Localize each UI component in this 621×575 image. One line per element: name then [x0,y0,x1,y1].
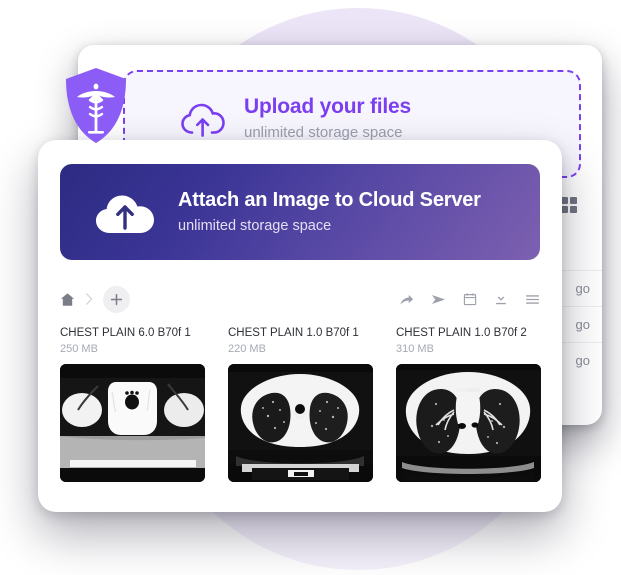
row-timestamp: go [575,317,590,332]
grid-cell [561,206,568,213]
row-timestamp: go [575,281,590,296]
banner-subtitle: unlimited storage space [178,217,332,234]
file-name: CHEST PLAIN 1.0 B70f 2 [396,327,527,339]
chevron-right-icon [84,292,94,306]
upload-banner[interactable]: Attach an Image to Cloud Server unlimite… [60,164,540,260]
calendar-icon[interactable] [463,292,477,306]
attach-image-modal: Attach an Image to Cloud Server unlimite… [38,140,562,512]
add-file-button[interactable] [103,285,130,313]
menu-icon[interactable] [525,292,540,307]
file-thumbnail[interactable] [228,364,373,482]
file-thumbnail[interactable] [60,364,205,482]
grid-view-icon[interactable] [561,197,577,213]
file-thumbnail[interactable] [396,364,541,482]
file-card[interactable]: CHEST PLAIN 1.0 B70f 1 220 MB [228,326,373,482]
dropzone-text: Upload your files unlimited storage spac… [244,94,411,144]
toolbar-actions [399,292,540,307]
ct-lung-mid-scan [396,364,541,482]
file-grid: CHEST PLAIN 6.0 B70f 1 250 MB CHEST PLAI… [60,326,541,482]
ct-lung-upper-scan [228,364,373,482]
dropzone-content: Upload your files unlimited storage spac… [180,94,411,144]
banner-text: Attach an Image to Cloud Server unlimite… [178,188,481,237]
file-card[interactable]: CHEST PLAIN 6.0 B70f 1 250 MB [60,326,205,482]
banner-title: Attach an Image to Cloud Server [178,188,481,211]
file-name: CHEST PLAIN 6.0 B70f 1 [60,327,191,339]
dropzone-title: Upload your files [244,95,411,118]
cloud-upload-outline-icon [180,99,226,139]
share-icon[interactable] [399,292,414,307]
file-toolbar [60,282,540,316]
plus-icon [110,293,123,305]
row-timestamp: go [575,353,590,368]
file-size: 250 MB [60,343,98,355]
cloud-upload-solid-icon [94,188,156,236]
scene: Upload your files unlimited storage spac… [0,0,621,575]
ct-spine-scan [60,364,205,482]
breadcrumb [60,285,130,313]
file-size: 220 MB [228,343,266,355]
home-icon[interactable] [60,292,75,307]
grid-cell [570,206,577,213]
medical-shield-caduceus-icon [66,68,126,143]
file-size: 310 MB [396,343,434,355]
send-icon[interactable] [431,292,446,307]
download-icon[interactable] [494,292,508,306]
grid-cell [561,197,568,204]
file-name: CHEST PLAIN 1.0 B70f 1 [228,327,359,339]
grid-cell [570,197,577,204]
file-card[interactable]: CHEST PLAIN 1.0 B70f 2 310 MB [396,326,541,482]
